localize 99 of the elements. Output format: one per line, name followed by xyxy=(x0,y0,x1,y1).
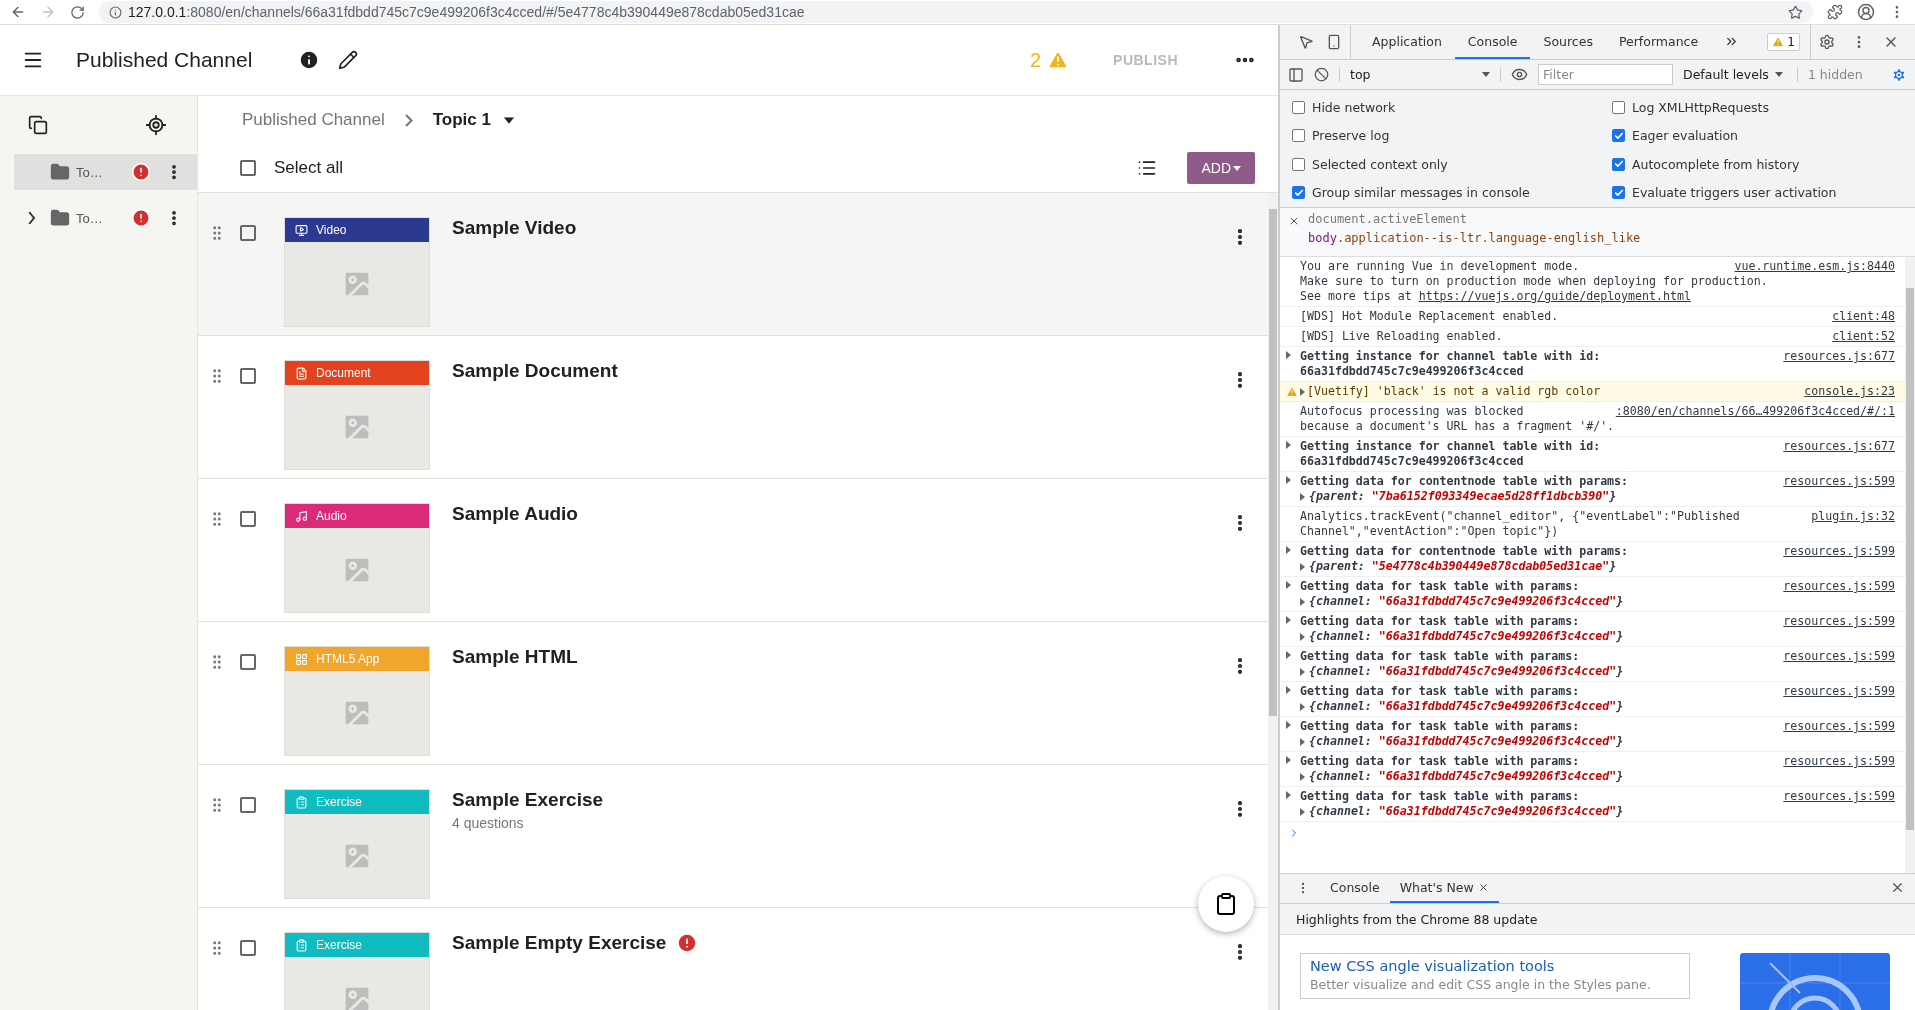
message-text: Analytics.trackEvent("channel_editor", {"eventLabel":"Published xyxy=(1300,509,1740,523)
breadcrumb-item[interactable]: Published Channel xyxy=(242,110,385,130)
kind-badge: Document xyxy=(285,361,429,385)
source-link[interactable]: resources.js:599 xyxy=(1783,579,1895,594)
source-link[interactable]: resources.js:599 xyxy=(1783,474,1895,489)
address-bar[interactable]: 127.0.0.1:8080/en/channels/66a31fdbdd745c7c9e499206f3c4cced/#/5e4778c4b390449e878cdab05ed31cae xyxy=(99,1,1813,23)
source-link[interactable]: vue.runtime.esm.js:8440 xyxy=(1734,259,1895,274)
object-preview[interactable]: {parent: "5e4778c4b390449e878cdab05ed31cae"} xyxy=(1305,559,1617,573)
message-text: 66a31fdbdd745c7c9e499206f3c4cced xyxy=(1300,364,1524,378)
setting-label: Group similar messages in console xyxy=(1312,185,1530,201)
setting-label: Autocomplete from history xyxy=(1632,156,1800,172)
source-link[interactable]: resources.js:677 xyxy=(1783,439,1895,454)
message-text: Make sure to turn on production mode when deploying for production. xyxy=(1300,274,1768,288)
node-title[interactable]: Sample Document xyxy=(452,360,618,382)
message-text: See more tips at xyxy=(1300,289,1413,303)
source-link[interactable]: client:48 xyxy=(1832,309,1895,324)
setting-label: Eager evaluation xyxy=(1632,128,1739,144)
devtools-tab[interactable]: Performance xyxy=(1605,25,1712,59)
tree-item-label: To… xyxy=(76,210,104,226)
object-preview[interactable]: {channel: "66a31fdbdd745c7c9e499206f3c4cced"} xyxy=(1305,629,1624,643)
source-link[interactable]: resources.js:599 xyxy=(1783,719,1895,734)
feature-title[interactable]: New CSS angle visualization tools xyxy=(1310,958,1680,974)
message-text: Autofocus processing was blocked xyxy=(1300,404,1524,418)
breadcrumb-item[interactable]: Topic 1 xyxy=(432,110,491,130)
object-preview[interactable]: {channel: "66a31fdbdd745c7c9e499206f3c4cced"} xyxy=(1305,769,1624,783)
feature-description: Better visualize and edit CSS angle in the Styles pane. xyxy=(1310,977,1652,992)
tree-item[interactable]: To… xyxy=(14,154,197,190)
source-link[interactable]: resources.js:599 xyxy=(1783,649,1895,664)
source-link[interactable]: client:52 xyxy=(1832,329,1895,344)
node-title[interactable]: Sample Exercise xyxy=(452,789,604,811)
add-button[interactable]: ADD xyxy=(1187,152,1255,184)
object-preview[interactable]: {channel: "66a31fdbdd745c7c9e499206f3c4cced"} xyxy=(1305,664,1624,678)
live-expression: document.activeElement xyxy=(1308,212,1468,226)
kind-badge: Audio xyxy=(285,504,429,528)
setting-label: Hide network xyxy=(1312,99,1396,115)
kind-badge: Exercise xyxy=(285,790,429,814)
kind-badge: Video xyxy=(285,218,429,242)
tree-item-label: To… xyxy=(76,164,104,180)
source-link[interactable]: resources.js:599 xyxy=(1783,789,1895,804)
node-title[interactable]: Sample Video xyxy=(452,217,577,239)
node-subtitle: 4 questions xyxy=(452,815,525,831)
drawer-headline: Highlights from the Chrome 88 update xyxy=(1280,904,1915,935)
hidden-count: 1 hidden xyxy=(1807,67,1864,82)
select-all-label: Select all xyxy=(274,158,344,178)
source-link[interactable]: resources.js:599 xyxy=(1783,684,1895,699)
message-text: Getting data for task table with params: xyxy=(1300,684,1580,698)
node-title[interactable]: Sample HTML xyxy=(452,646,578,668)
message-text: You are running Vue in development mode. xyxy=(1300,259,1580,273)
node-title[interactable]: Sample Audio xyxy=(452,503,578,525)
source-link[interactable]: resources.js:599 xyxy=(1783,754,1895,769)
source-link[interactable]: console.js:23 xyxy=(1804,384,1895,399)
source-link[interactable]: plugin.js:32 xyxy=(1811,509,1895,524)
source-link[interactable]: resources.js:677 xyxy=(1783,349,1895,364)
setting-label: Preserve log xyxy=(1312,128,1390,144)
source-link[interactable]: :8080/en/channels/66…499206f3c4cced/#/:1 xyxy=(1615,404,1895,419)
filter-field[interactable]: Filter xyxy=(1538,64,1673,85)
channel-title: Published Channel xyxy=(76,48,253,72)
message-text: Getting data for task table with params: xyxy=(1300,649,1580,663)
kind-badge: Exercise xyxy=(285,933,429,957)
drawer-tab[interactable]: Console xyxy=(1320,874,1390,903)
message-text: Getting data for task table with params: xyxy=(1300,754,1580,768)
warning-count: 2 xyxy=(1029,48,1042,72)
setting-label: Log XMLHttpRequests xyxy=(1632,99,1770,115)
warning-badge[interactable]: 1 xyxy=(1767,33,1800,51)
object-preview[interactable]: {channel: "66a31fdbdd745c7c9e499206f3c4cced"} xyxy=(1305,734,1624,748)
expression-result: body.application--is-ltr.language-english_like xyxy=(1308,231,1641,245)
message-text: because a document's URL has a fragment '#/'. xyxy=(1300,419,1615,433)
message-text: Getting data for contentnode table with params: xyxy=(1300,544,1629,558)
message-text: Getting instance for channel table with id: xyxy=(1300,349,1601,363)
kind-badge: HTML5 App xyxy=(285,647,429,671)
message-text: Getting data for task table with params: xyxy=(1300,579,1580,593)
url-text: 127.0.0.1:8080/en/channels/66a31fdbdd745c7c9e499206f3c4cced/#/5e4778c4b390449e878cdab05ed31cae xyxy=(128,4,805,20)
message-text: [Vuetify] 'black' is not a valid rgb color xyxy=(1307,384,1601,398)
object-preview[interactable]: {channel: "66a31fdbdd745c7c9e499206f3c4cced"} xyxy=(1305,699,1624,713)
message-text: [WDS] Live Reloading enabled. xyxy=(1300,329,1503,343)
node-title[interactable]: Sample Empty Exercise xyxy=(452,932,667,954)
devtools-tab[interactable]: Application xyxy=(1359,25,1455,59)
message-text: Getting data for task table with params: xyxy=(1300,614,1580,628)
devtools-tab[interactable]: Sources xyxy=(1530,25,1606,59)
message-text: Getting instance for channel table with id: xyxy=(1300,439,1601,453)
content-row[interactable]: Video Sample Video xyxy=(198,193,1268,336)
message-text: Getting data for task table with params: xyxy=(1300,789,1580,803)
object-preview[interactable]: {channel: "66a31fdbdd745c7c9e499206f3c4cced"} xyxy=(1305,594,1624,608)
source-link[interactable]: resources.js:599 xyxy=(1783,614,1895,629)
object-preview[interactable]: {channel: "66a31fdbdd745c7c9e499206f3c4cced"} xyxy=(1305,804,1624,818)
message-text: Channel","eventAction":"Open topic"}) xyxy=(1300,524,1559,538)
message-text: Getting data for contentnode table with params: xyxy=(1300,474,1629,488)
message-link[interactable]: https://vuejs.org/guide/deployment.html xyxy=(1418,289,1691,303)
message-text: [WDS] Hot Module Replacement enabled. xyxy=(1300,309,1559,323)
message-text: Getting data for task table with params: xyxy=(1300,719,1580,733)
context-select[interactable]: top xyxy=(1339,67,1501,82)
message-text: 66a31fdbdd745c7c9e499206f3c4cced xyxy=(1300,454,1524,468)
object-preview[interactable]: {parent: "7ba6152f093349ecae5d28ff1dbcb390"} xyxy=(1305,489,1617,503)
source-link[interactable]: resources.js:599 xyxy=(1783,544,1895,559)
tree-item[interactable]: To… xyxy=(14,200,197,236)
feature-card[interactable]: New CSS angle visualization tools Better visualize and edit CSS angle in the Styles pane. xyxy=(1300,953,1690,999)
levels-dropdown[interactable]: Default levels xyxy=(1683,67,1798,82)
setting-label: Selected context only xyxy=(1312,156,1448,172)
setting-label: Evaluate triggers user activation xyxy=(1632,185,1837,201)
